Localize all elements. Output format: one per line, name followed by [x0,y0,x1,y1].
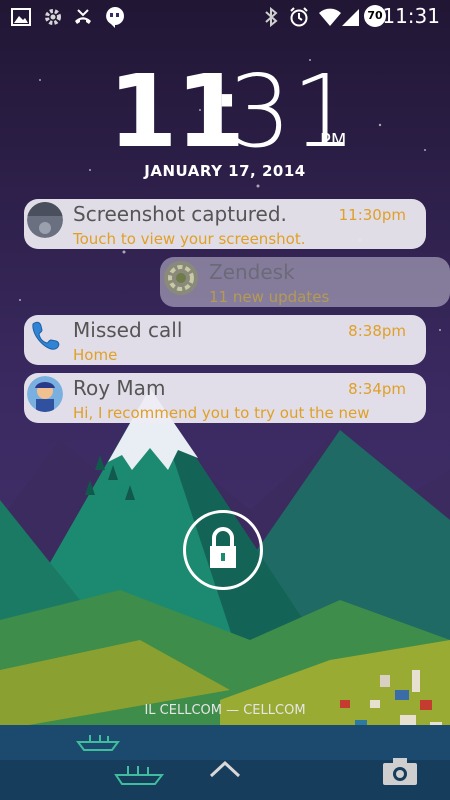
contact-avatar [27,376,63,412]
clock-ampm: PM [320,130,347,151]
notification-zendesk[interactable]: Zendesk 11 new updates [160,257,450,307]
notification-text: 11 new updates [209,288,330,306]
notification-title: Missed call [73,318,183,342]
phone-icon [27,318,63,354]
notification-time: 8:34pm [348,380,406,398]
status-bar: 70 11:31 [0,0,450,34]
notification-text: Home [73,346,118,364]
battery-level: 70 [367,9,383,22]
notification-screenshot[interactable]: Screenshot captured. 11:30pm Touch to vi… [24,199,426,249]
missed-call-icon [75,9,91,24]
notification-text: Hi, I recommend you to try out the new [73,404,370,422]
notification-title: Screenshot captured. [73,202,287,226]
status-time: 11:31 [382,4,440,28]
screenshot-thumbnail [27,202,63,238]
settings-icon [45,9,61,25]
unlock-button[interactable] [183,510,263,590]
wifi-icon [319,8,341,26]
bluetooth-icon [265,6,278,28]
notification-missed-call[interactable]: Missed call 8:38pm Home [24,315,426,365]
notification-roy-mam[interactable]: Roy Mam 8:34pm Hi, I recommend you to tr… [24,373,426,423]
carrier-label: IL CELLCOM — CELLCOM [144,703,306,718]
hangouts-icon [106,7,124,28]
notification-title: Zendesk [209,260,295,284]
zendesk-icon [163,260,199,296]
signal-icon [342,9,359,26]
chevron-up-icon[interactable] [206,756,244,782]
lock-icon [210,527,236,568]
notification-text: Touch to view your screenshot. [73,230,306,248]
notification-time: 11:30pm [338,206,406,224]
alarm-icon [290,7,308,27]
notification-time: 8:38pm [348,322,406,340]
lockscreen-date: JANUARY 17, 2014 [144,162,306,180]
camera-icon[interactable] [380,755,420,787]
image-icon [11,8,31,26]
notification-title: Roy Mam [73,376,166,400]
